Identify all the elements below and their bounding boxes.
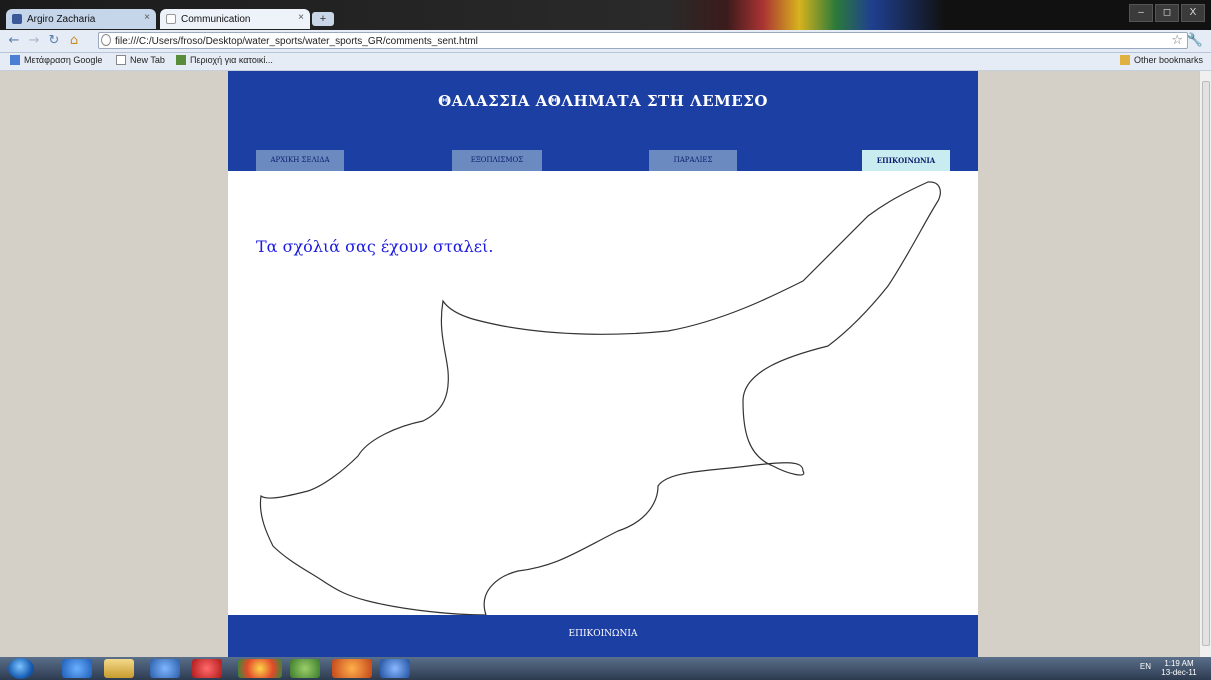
clock-time: 1:19 AM [1164, 659, 1194, 668]
minimize-button[interactable]: – [1129, 4, 1153, 22]
close-tab-icon[interactable]: × [298, 12, 304, 23]
media-player-icon[interactable] [150, 659, 180, 678]
tab-label: Argiro Zacharia [27, 13, 96, 25]
pdf-reader-icon[interactable] [192, 659, 222, 678]
wrench-menu-icon[interactable]: 🔧 [1187, 33, 1203, 48]
confirmation-message: Τα σχόλιά σας έχουν σταλεί. [256, 237, 494, 256]
tab-argiro-zacharia[interactable]: Argiro Zacharia × [6, 9, 156, 29]
facebook-favicon-icon [12, 14, 22, 24]
translate-icon [10, 55, 20, 65]
back-arrow-icon[interactable]: ← [6, 33, 22, 49]
bookmark-label: New Tab [130, 55, 165, 65]
file-explorer-icon[interactable] [104, 659, 134, 678]
forward-arrow-icon[interactable]: → [26, 33, 42, 49]
nav-home-link[interactable]: ΑΡΧΙΚΗ ΣΕΛΙΔΑ [256, 150, 344, 171]
bookmarks-bar: Μετάφραση Google New Tab Περιοχή για κατ… [0, 53, 1211, 71]
close-window-button[interactable]: X [1181, 4, 1205, 22]
language-indicator[interactable]: EN [1140, 662, 1151, 671]
bookmark-label: Περιοχή για κατοικί... [190, 55, 273, 65]
tab-communication[interactable]: Communication × [160, 9, 310, 29]
web-page: ΘΑΛΑΣΣΙΑ ΑΘΛΗΜΑΤΑ ΣΤΗ ΛΕΜΕΣΟ ΑΡΧΙΚΗ ΣΕΛΙ… [228, 71, 978, 657]
site-footer: ΕΠΙΚΟΙΝΩΝΙΑ [228, 615, 978, 657]
bookmark-label: Μετάφραση Google [24, 55, 103, 65]
nav-equipment-link[interactable]: ΕΞΟΠΛΙΣΜΟΣ [452, 150, 542, 171]
scrollbar-thumb[interactable] [1202, 81, 1210, 646]
close-tab-icon[interactable]: × [144, 12, 150, 23]
bookmark-google-translate[interactable]: Μετάφραση Google [10, 55, 102, 65]
page-favicon-icon [166, 14, 176, 24]
internet-explorer-icon[interactable] [62, 659, 92, 678]
home-icon[interactable]: ⌂ [66, 33, 82, 49]
page-icon [116, 55, 126, 65]
other-bookmarks[interactable]: Other bookmarks [1120, 55, 1203, 65]
window-controls: – ◻ X [1129, 4, 1205, 22]
tab-label: Communication [181, 13, 251, 25]
bookmark-residence-area[interactable]: Περιοχή για κατοικί... [176, 55, 273, 65]
new-tab-button[interactable]: + [312, 12, 334, 26]
maximize-button[interactable]: ◻ [1155, 4, 1179, 22]
browser-titlebar: Argiro Zacharia × Communication × + – ◻ … [0, 0, 1211, 30]
windows-taskbar: EN 1:19 AM 13-dec-11 [0, 657, 1211, 680]
vertical-scrollbar[interactable] [1199, 71, 1211, 657]
bookmark-star-icon[interactable]: ☆ [1171, 33, 1183, 48]
nav-beaches-link[interactable]: ΠΑΡΑΛΙΕΣ [649, 150, 737, 171]
taskbar-clock[interactable]: 1:19 AM 13-dec-11 [1155, 659, 1203, 677]
address-bar[interactable]: file:///C:/Users/froso/Desktop/water_spo… [98, 32, 1188, 49]
reload-icon[interactable]: ↻ [46, 33, 62, 49]
nav-contact-link[interactable]: ΕΠΙΚΟΙΝΩΝΙΑ [862, 150, 950, 171]
page-info-icon[interactable] [101, 34, 111, 46]
bookmark-new-tab[interactable]: New Tab [116, 55, 165, 65]
other-bookmarks-label: Other bookmarks [1134, 55, 1204, 65]
site-title: ΘΑΛΑΣΣΙΑ ΑΘΛΗΜΑΤΑ ΣΤΗ ΛΕΜΕΣΟ [438, 92, 768, 110]
browser-toolbar: ← → ↻ ⌂ file:///C:/Users/froso/Desktop/w… [0, 30, 1211, 53]
system-tray: EN [1140, 662, 1151, 671]
page-viewport: ΘΑΛΑΣΣΙΑ ΑΘΛΗΜΑΤΑ ΣΤΗ ΛΕΜΕΣΟ ΑΡΧΙΚΗ ΣΕΛΙ… [0, 71, 1199, 657]
footer-contact-link[interactable]: ΕΠΙΚΟΙΝΩΝΙΑ [228, 629, 978, 639]
clock-date: 13-dec-11 [1161, 668, 1197, 677]
firefox-icon[interactable] [332, 659, 372, 678]
site-icon [176, 55, 186, 65]
folder-icon [1120, 55, 1130, 65]
word-icon[interactable] [380, 659, 410, 678]
site-header: ΘΑΛΑΣΣΙΑ ΑΘΛΗΜΑΤΑ ΣΤΗ ΛΕΜΕΣΟ ΑΡΧΙΚΗ ΣΕΛΙ… [228, 71, 978, 171]
chrome-icon[interactable] [238, 659, 282, 678]
start-button[interactable] [8, 658, 34, 679]
network-app-icon[interactable] [290, 659, 320, 678]
